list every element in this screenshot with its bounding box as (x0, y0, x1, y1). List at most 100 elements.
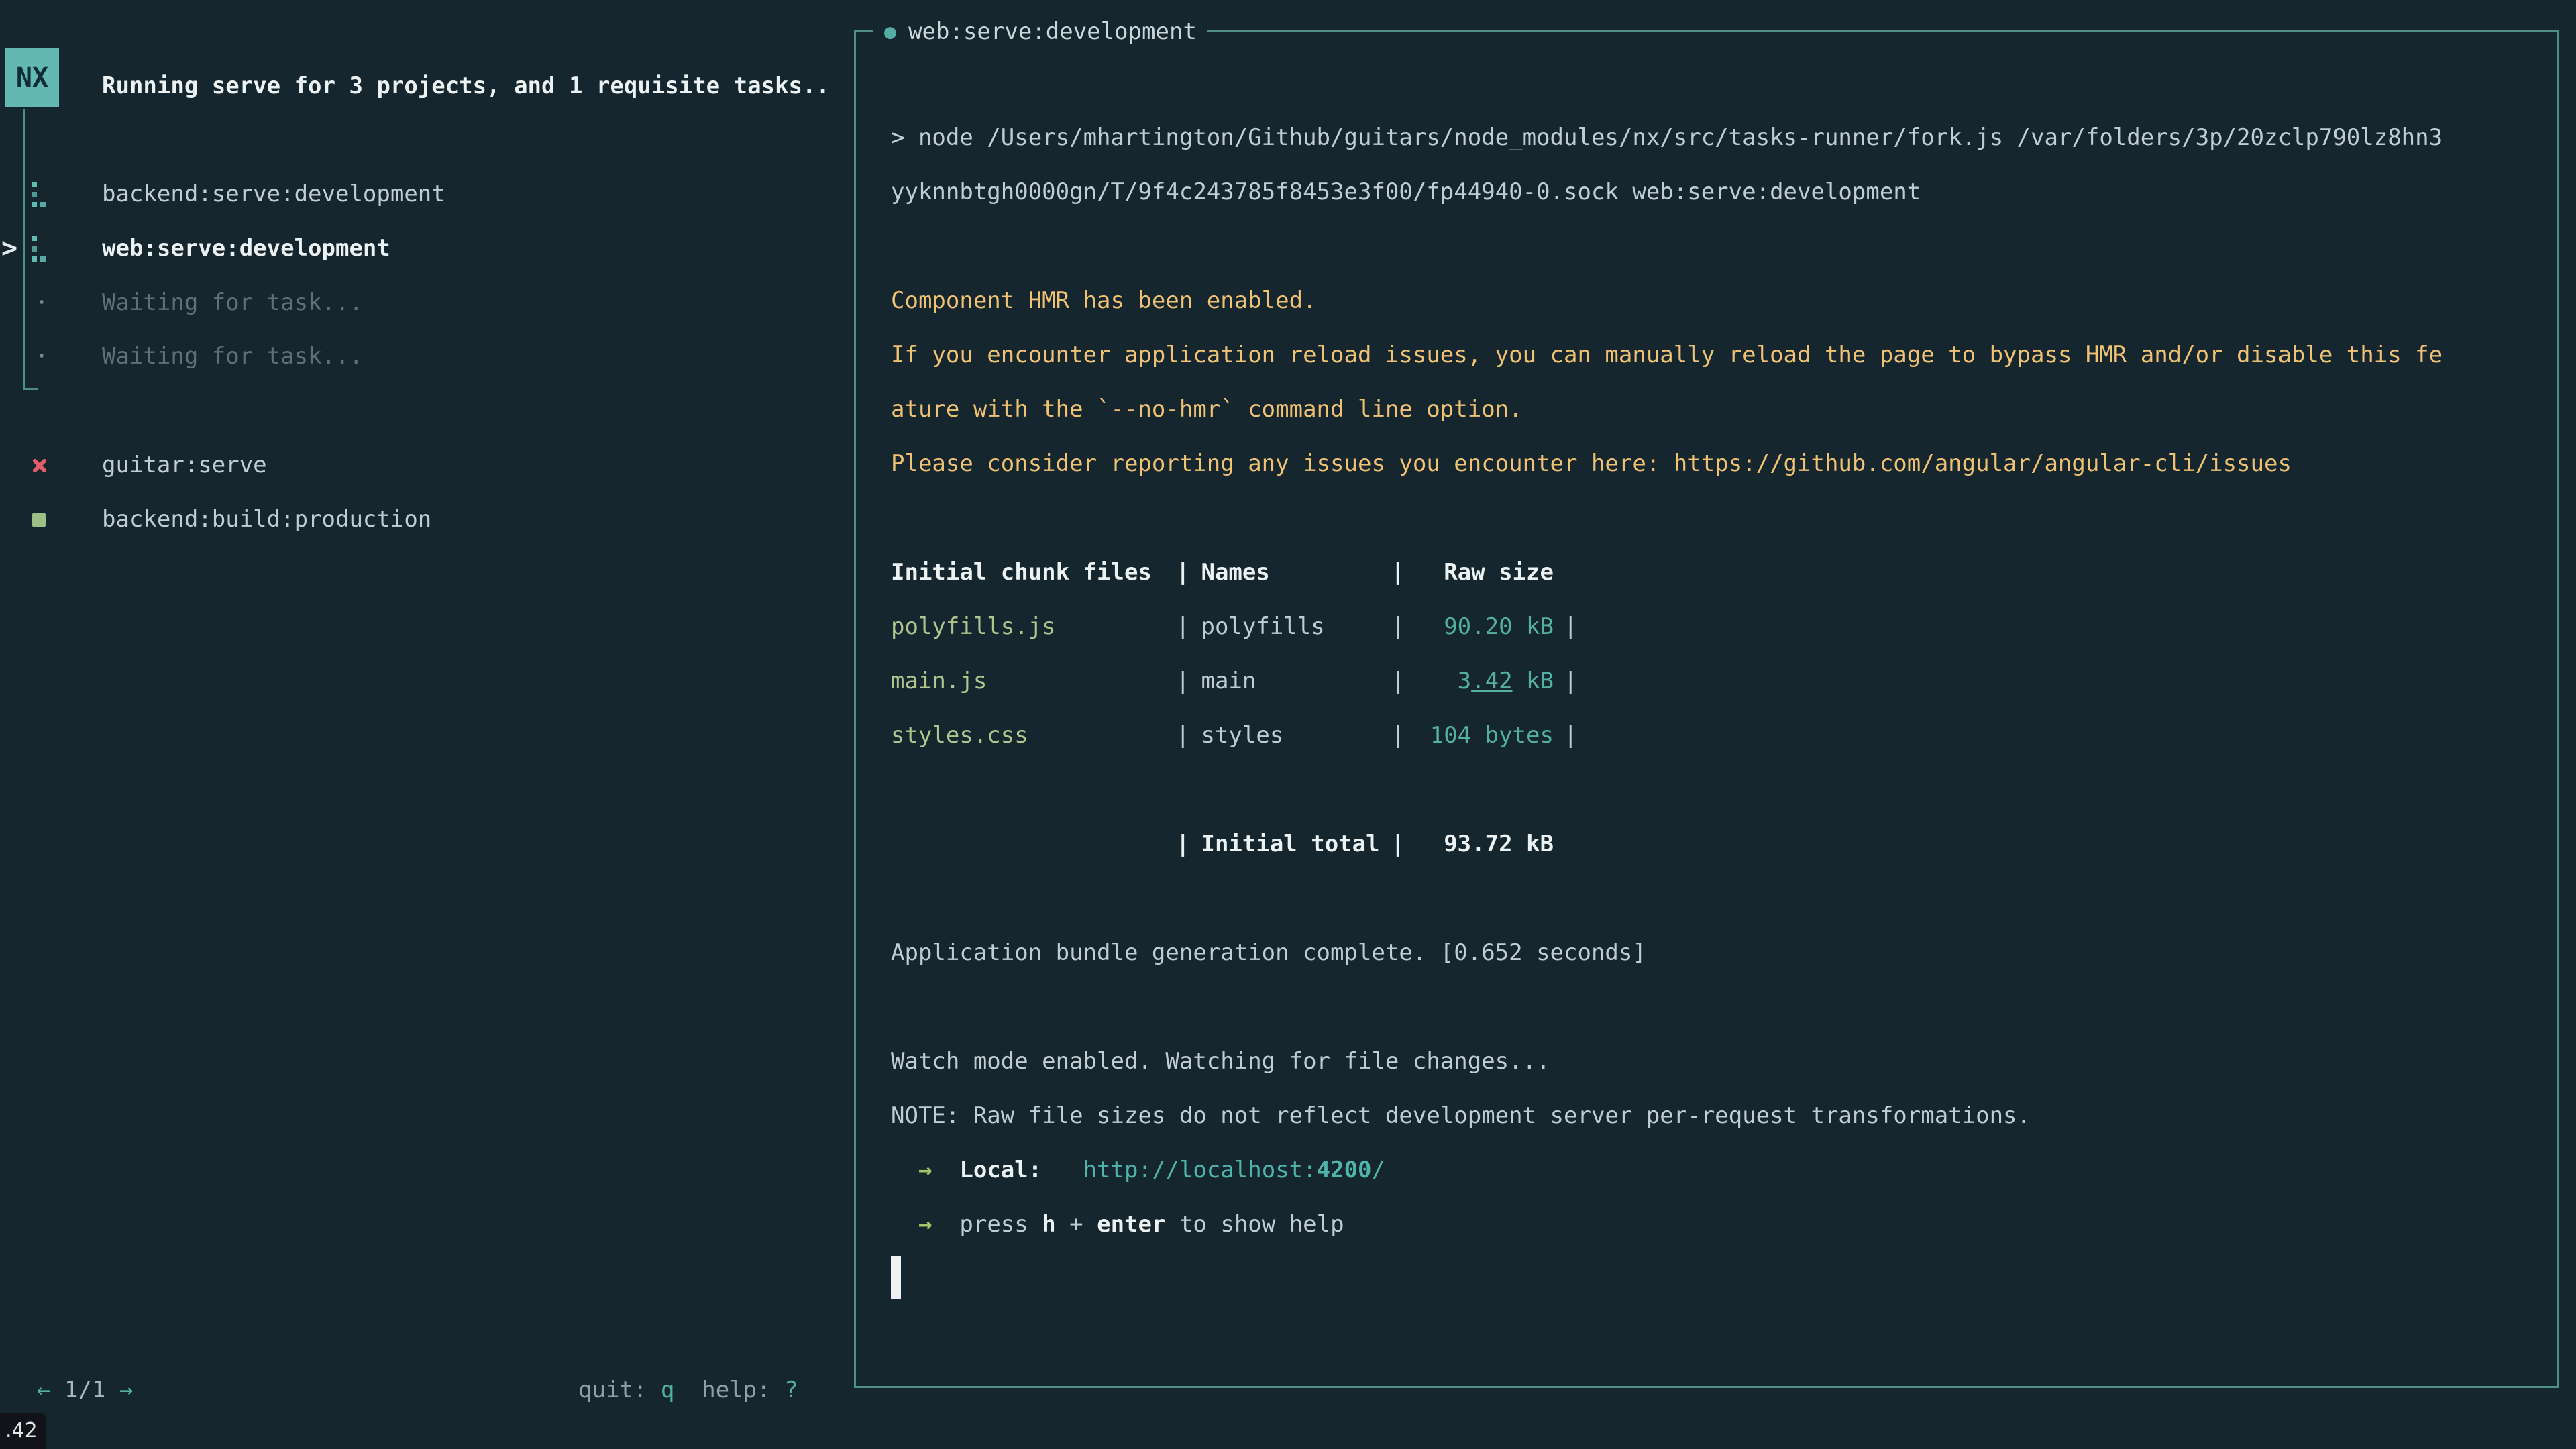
blank-line (891, 219, 2551, 274)
terminal-cursor (891, 1256, 901, 1299)
task-row[interactable]: · Waiting for task... (0, 276, 854, 330)
col-separator: | (1391, 722, 1404, 749)
total-value: 93.72 kB (1405, 817, 1554, 871)
run-summary-title: Running serve for 3 projects, and 1 requ… (102, 59, 830, 113)
command-line-1: > node /Users/mhartington/Github/guitars… (891, 111, 2551, 165)
size-digit: 3 (1458, 667, 1471, 694)
col-separator: | (1564, 613, 1577, 640)
url-host: http://localhost: (1083, 1157, 1317, 1183)
task-label: Waiting for task... (102, 329, 363, 384)
chunk-table-row: main.js|main|3.42 kB| (891, 654, 2551, 708)
chunk-file: polyfills.js (891, 600, 1176, 654)
arrow-icon: → (918, 1211, 932, 1238)
task-sidebar: NX Running serve for 3 projects, and 1 r… (0, 0, 854, 1449)
local-label: Local: (959, 1157, 1042, 1183)
blank-line (891, 980, 2551, 1034)
hint-text: press (959, 1211, 1042, 1238)
hmr-message-3: ature with the `--no-hmr` command line o… (891, 382, 2551, 437)
chunk-table-header: Initial chunk files|Names|Raw size (891, 545, 2551, 600)
success-square-icon (32, 513, 46, 527)
col-separator: | (1391, 559, 1404, 586)
task-group-bracket-foot (23, 388, 38, 390)
page-spacer (105, 1377, 119, 1403)
task-row[interactable]: guitar:serve (0, 438, 854, 492)
task-row[interactable]: backend:serve:development (0, 167, 854, 221)
col-separator: | (1176, 559, 1189, 586)
help-label: help: (702, 1377, 784, 1403)
col-separator: | (1176, 667, 1189, 694)
col-rawsize-header: Raw size (1405, 545, 1554, 600)
indent (891, 1157, 918, 1183)
task-row[interactable]: · Waiting for task... (0, 329, 854, 384)
key-h: h (1042, 1211, 1055, 1238)
task-label: backend:serve:development (102, 167, 445, 221)
quit-key: q (661, 1377, 674, 1403)
panel-title: ● web:serve:development (873, 5, 1208, 59)
chunk-size: 104 bytes (1405, 708, 1554, 763)
chunk-name: polyfills (1201, 600, 1391, 654)
gap (1042, 1157, 1083, 1183)
task-output-panel: ● web:serve:development > node /Users/mh… (854, 30, 2559, 1388)
waiting-dot-icon: · (35, 276, 48, 330)
arrow-icon: → (918, 1157, 932, 1183)
col-separator: | (1564, 722, 1577, 749)
chunk-file: main.js (891, 654, 1176, 708)
terminal-output[interactable]: > node /Users/mhartington/Github/guitars… (891, 111, 2551, 1306)
task-label: Waiting for task... (102, 276, 363, 330)
command-line-2: yyknnbtgh0000gn/T/9f4c243785f8453e3f00/f… (891, 165, 2551, 219)
quit-label: quit: (578, 1377, 661, 1403)
cursor-line (891, 1252, 2551, 1306)
task-label: guitar:serve (102, 438, 267, 492)
help-hint-line: → press h + enter to show help (891, 1197, 2551, 1252)
hmr-message-4: Please consider reporting any issues you… (891, 437, 2551, 491)
local-url-line: → Local: http://localhost:4200/ (891, 1143, 2551, 1197)
spinner-icon (32, 182, 37, 187)
page-right-arrow-icon[interactable]: → (119, 1377, 133, 1403)
blank-line (891, 763, 2551, 817)
panel-title-label: web:serve:development (908, 5, 1197, 59)
blank-line (891, 871, 2551, 926)
chunk-file: styles.css (891, 708, 1176, 763)
chunk-table-row: polyfills.js|polyfills|90.20 kB| (891, 600, 2551, 654)
task-label: web:serve:development (102, 221, 390, 276)
col-separator: | (1176, 722, 1189, 749)
task-label: backend:build:production (102, 492, 431, 547)
gap (932, 1157, 959, 1183)
col-names-header: Names (1201, 545, 1391, 600)
col-separator: | (1391, 667, 1404, 694)
watch-mode-message: Watch mode enabled. Watching for file ch… (891, 1034, 2551, 1089)
col-separator: | (1391, 830, 1404, 857)
chunk-size: 90.20 kB (1405, 600, 1554, 654)
indent (891, 1211, 918, 1238)
nx-logo: NX (5, 48, 59, 107)
col-files-header: Initial chunk files (891, 545, 1176, 600)
error-x-icon (31, 458, 47, 474)
waiting-dot-icon: · (35, 329, 48, 384)
total-label: Initial total (1201, 817, 1391, 871)
hovered-link-text[interactable]: .42 (1471, 667, 1512, 694)
blank-line (891, 491, 2551, 545)
chunk-name: main (1201, 654, 1391, 708)
col-separator: | (1176, 830, 1189, 857)
link-hover-tooltip: .42 (0, 1413, 46, 1449)
task-row-selected[interactable]: web:serve:development (0, 221, 854, 276)
bundle-complete-message: Application bundle generation complete. … (891, 926, 2551, 980)
page-indicator (50, 1377, 64, 1403)
pagination: ← 1/1 → (37, 1363, 133, 1417)
chunk-size: 3.42 kB (1405, 654, 1554, 708)
help-spacer (674, 1377, 702, 1403)
hmr-message-2: If you encounter application reload issu… (891, 328, 2551, 382)
gap (932, 1211, 959, 1238)
note-message: NOTE: Raw file sizes do not reflect deve… (891, 1089, 2551, 1143)
url-slash: / (1372, 1157, 1385, 1183)
localhost-link[interactable]: http://localhost:4200/ (1083, 1157, 1385, 1183)
page-left-arrow-icon[interactable]: ← (37, 1377, 50, 1403)
running-status-dot-icon: ● (884, 5, 896, 59)
help-bar: quit: q help: ? (578, 1363, 798, 1417)
hmr-message-1: Component HMR has been enabled. (891, 274, 2551, 328)
task-row[interactable]: backend:build:production (0, 492, 854, 547)
col-separator: | (1391, 613, 1404, 640)
spinner-icon (32, 236, 37, 241)
hint-text: + (1056, 1211, 1097, 1238)
key-enter: enter (1097, 1211, 1165, 1238)
